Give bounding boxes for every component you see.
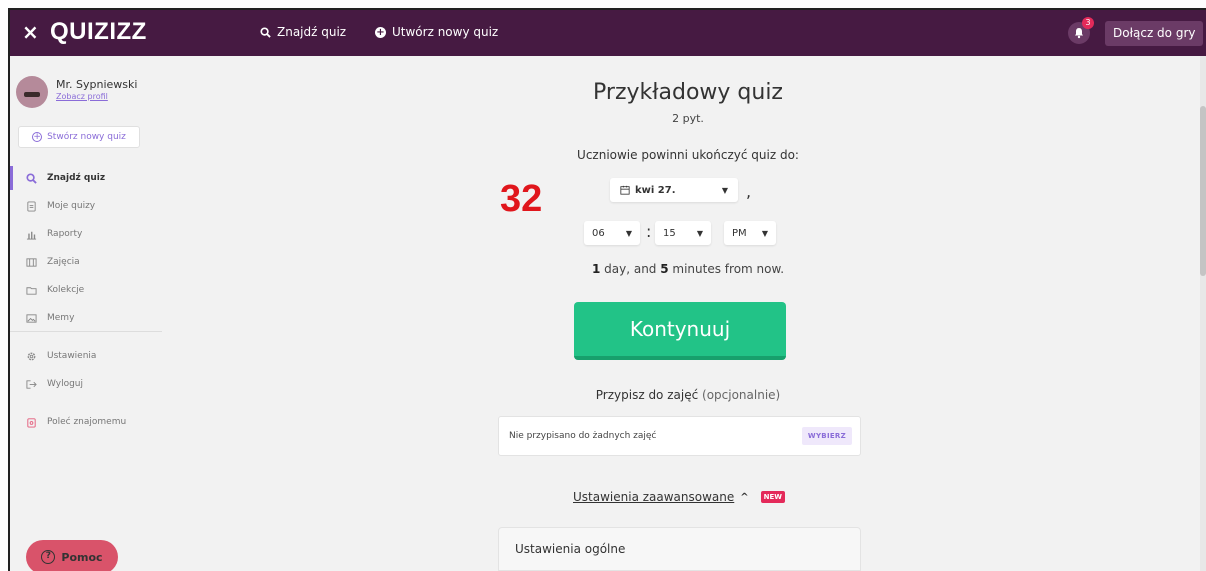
sidebar: Mr. Sypniewski Zobacz profil + Stwórz no… [10,56,170,571]
date-separator: , [746,182,752,201]
sidebar-item-memes[interactable]: Memy [10,306,170,330]
chevron-down-icon: ▼ [625,228,632,238]
continue-button[interactable]: Kontynuuj [574,302,786,360]
sidebar-item-label: Ustawienia [47,351,97,361]
help-label: Pomoc [61,550,103,564]
folder-icon [26,286,37,295]
user-name: Mr. Sypniewski [56,78,138,91]
sidebar-item-label: Memy [47,313,75,323]
time-separator: : [646,222,652,241]
find-quiz-label: Znajdź quiz [277,25,347,39]
search-icon [26,172,37,184]
advanced-settings-toggle[interactable]: Ustawienia zaawansowane ^ NEW [573,490,786,504]
gear-icon [27,352,36,360]
scrollbar-thumb[interactable] [1200,106,1206,276]
sidebar-item-label: Wyloguj [47,379,83,389]
bar-chart-icon [26,231,37,240]
assign-class-value: Nie przypisano do żadnych zajęć [509,431,657,441]
quizizz-logo[interactable]: QUIZIZZ [50,18,147,46]
chevron-down-icon: ▼ [761,228,768,238]
relative-time-text: 1 day, and 5 minutes from now. [591,262,785,276]
advanced-settings-label: Ustawienia zaawansowane [573,490,735,504]
date-value: kwi 27. [635,184,676,196]
sidebar-item-label: Moje quizy [47,201,96,211]
date-dropdown[interactable]: kwi 27. ▼ [610,178,738,202]
sidebar-item-classes[interactable]: Zajęcia [10,250,170,274]
chevron-down-icon: ▼ [721,185,728,195]
view-profile-link[interactable]: Zobacz profil [56,92,108,101]
bell-icon [1075,28,1083,39]
gift-icon [27,417,36,428]
notification-badge: 3 [1082,17,1094,29]
hour-value: 06 [592,227,605,239]
question-count: 2 pyt. [672,112,704,125]
minute-dropdown[interactable]: 15 ▼ [655,221,711,245]
search-icon [260,26,271,38]
assign-class-label: Przypisz do zajęć (opcjonalnie) [595,388,781,402]
quiz-title: Przykładowy quiz [593,80,783,105]
image-icon [26,313,37,323]
logout-icon [26,379,37,389]
minute-value: 15 [663,227,676,239]
sidebar-divider [10,331,162,332]
document-icon [27,200,36,212]
new-badge: NEW [760,491,786,503]
notifications-button[interactable]: 3 [1068,17,1094,44]
calendar-icon [620,185,630,195]
scrollbar[interactable] [1200,56,1206,571]
plus-circle-icon: + [375,26,386,38]
sidebar-item-settings[interactable]: Ustawienia [10,344,170,368]
sidebar-item-find-quiz[interactable]: Znajdź quiz [10,166,170,190]
ampm-value: PM [732,227,747,239]
create-quiz-label: Utwórz nowy quiz [392,25,499,39]
join-game-button[interactable]: Dołącz do gry [1105,21,1204,46]
avatar[interactable] [16,76,48,108]
sidebar-item-label: Kolekcje [47,285,85,295]
create-new-quiz-button[interactable]: + Stwórz nowy quiz [18,126,140,148]
deadline-label: Uczniowie powinni ukończyć quiz do: [577,148,799,162]
class-icon [26,257,37,267]
chevron-down-icon: ▼ [696,228,703,238]
hour-dropdown[interactable]: 06 ▼ [584,221,640,245]
app-window: × QUIZIZZ Znajdź quiz + Utwórz nowy quiz… [8,8,1206,571]
sidebar-item-label: Raporty [47,229,83,239]
top-navigation-bar: × QUIZIZZ Znajdź quiz + Utwórz nowy quiz… [10,10,1206,56]
help-button[interactable]: ? Pomoc [26,540,118,571]
assign-class-field[interactable]: Nie przypisano do żadnych zajęć WYBIERZ [498,416,861,456]
sidebar-item-label: Poleć znajomemu [47,417,127,427]
sidebar-item-my-quizzes[interactable]: Moje quizy [10,194,170,218]
general-settings-panel: Ustawienia ogólne [498,527,861,571]
step-number-overlay: 32 [500,178,543,220]
create-quiz-link[interactable]: + Utwórz nowy quiz [375,25,498,39]
sidebar-item-refer-friend[interactable]: Poleć znajomemu [10,410,170,434]
pick-class-button[interactable]: WYBIERZ [801,427,852,445]
chevron-up-icon: ^ [740,491,749,503]
question-icon: ? [41,550,56,564]
sidebar-item-collections[interactable]: Kolekcje [10,278,170,302]
sidebar-item-reports[interactable]: Raporty [10,222,170,246]
create-new-quiz-label: Stwórz nowy quiz [47,132,126,142]
close-icon[interactable]: × [22,20,39,44]
sidebar-item-logout[interactable]: Wyloguj [10,372,170,396]
plus-circle-icon: + [32,132,43,142]
general-settings-title: Ustawienia ogólne [515,542,626,556]
ampm-dropdown[interactable]: PM ▼ [724,221,776,245]
find-quiz-link[interactable]: Znajdź quiz [260,25,346,39]
sidebar-item-label: Znajdź quiz [47,173,106,183]
sidebar-item-label: Zajęcia [47,257,80,267]
